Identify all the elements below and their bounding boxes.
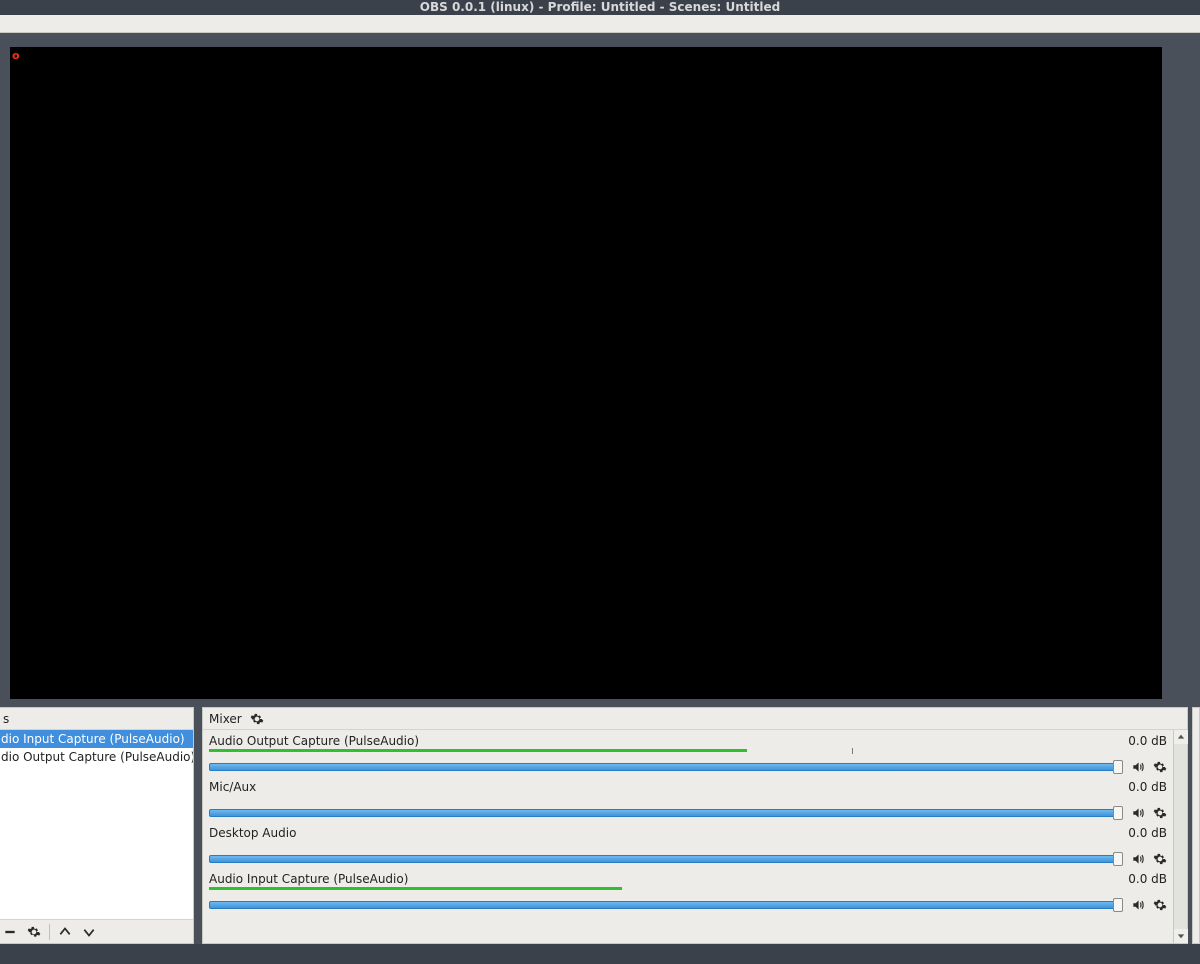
program-preview[interactable]: o xyxy=(10,47,1162,699)
mixer-channels: Audio Output Capture (PulseAudio)0.0 dBM… xyxy=(203,730,1173,943)
window-titlebar[interactable]: OBS 0.0.1 (linux) - Profile: Untitled - … xyxy=(0,0,1200,15)
move-source-down-icon[interactable] xyxy=(80,923,98,941)
source-item-label: dio Input Capture (PulseAudio) xyxy=(1,732,185,746)
channel-settings-gear-icon[interactable] xyxy=(1151,850,1169,868)
preview-area: o xyxy=(0,33,1200,707)
status-bar xyxy=(0,944,1200,964)
channel-name: Audio Output Capture (PulseAudio) xyxy=(209,734,419,748)
right-panel-clipped xyxy=(1192,707,1200,944)
level-meter xyxy=(209,749,1169,754)
level-meter xyxy=(209,795,1169,800)
channel-settings-gear-icon[interactable] xyxy=(1151,758,1169,776)
move-source-up-icon[interactable] xyxy=(56,923,74,941)
volume-slider[interactable] xyxy=(209,762,1123,772)
scroll-up-icon[interactable] xyxy=(1174,730,1188,744)
channel-name: Audio Input Capture (PulseAudio) xyxy=(209,872,408,886)
mixer-channel: Desktop Audio 0.0 dB xyxy=(209,826,1169,868)
menu-bar[interactable] xyxy=(0,15,1200,33)
channel-name: Desktop Audio xyxy=(209,826,296,840)
preview-origin-marker: o xyxy=(12,49,20,62)
sources-header-label: s xyxy=(3,712,9,726)
scroll-down-icon[interactable] xyxy=(1174,929,1188,943)
channel-name: Mic/Aux xyxy=(209,780,256,794)
sources-list-body: dio Input Capture (PulseAudio) dio Output… xyxy=(0,730,193,919)
volume-slider-thumb[interactable] xyxy=(1113,760,1123,774)
source-properties-gear-icon[interactable] xyxy=(25,923,43,941)
channel-settings-gear-icon[interactable] xyxy=(1151,804,1169,822)
sources-toolbar xyxy=(0,919,193,943)
docks-row: s dio Input Capture (PulseAudio) dio Outp… xyxy=(0,707,1200,944)
mixer-scrollbar[interactable] xyxy=(1173,730,1187,943)
source-list-item[interactable]: dio Output Capture (PulseAudio) xyxy=(0,748,193,766)
volume-slider[interactable] xyxy=(209,854,1123,864)
mute-speaker-icon[interactable] xyxy=(1129,896,1147,914)
volume-slider[interactable] xyxy=(209,900,1123,910)
sources-list[interactable]: dio Input Capture (PulseAudio) dio Output… xyxy=(0,730,193,766)
channel-db: 0.0 dB xyxy=(1128,780,1169,794)
level-meter xyxy=(209,887,1169,892)
remove-source-icon[interactable] xyxy=(1,923,19,941)
mute-speaker-icon[interactable] xyxy=(1129,850,1147,868)
source-list-item[interactable]: dio Input Capture (PulseAudio) xyxy=(0,730,193,748)
mixer-settings-gear-icon[interactable] xyxy=(248,710,266,728)
volume-slider-thumb[interactable] xyxy=(1113,806,1123,820)
channel-db: 0.0 dB xyxy=(1128,734,1169,748)
level-meter xyxy=(209,841,1169,846)
sources-panel: s dio Input Capture (PulseAudio) dio Outp… xyxy=(0,707,194,944)
volume-slider-thumb[interactable] xyxy=(1113,898,1123,912)
divider xyxy=(49,924,50,940)
mixer-channel: Mic/Aux 0.0 dB xyxy=(209,780,1169,822)
volume-slider[interactable] xyxy=(209,808,1123,818)
sources-panel-header[interactable]: s xyxy=(0,708,193,730)
channel-settings-gear-icon[interactable] xyxy=(1151,896,1169,914)
mixer-title: Mixer xyxy=(209,712,242,726)
source-item-label: dio Output Capture (PulseAudio) xyxy=(1,750,193,764)
mute-speaker-icon[interactable] xyxy=(1129,804,1147,822)
channel-db: 0.0 dB xyxy=(1128,826,1169,840)
mute-speaker-icon[interactable] xyxy=(1129,758,1147,776)
mixer-channel: Audio Input Capture (PulseAudio) 0.0 dB xyxy=(209,872,1169,914)
channel-db: 0.0 dB xyxy=(1128,872,1169,886)
mixer-panel-header[interactable]: Mixer S xyxy=(203,708,1187,730)
mixer-channel: Audio Output Capture (PulseAudio) 0.0 dB xyxy=(209,734,1169,776)
volume-slider-thumb[interactable] xyxy=(1113,852,1123,866)
audio-mixer-panel: Mixer S Audio Output Capture (PulseAudio… xyxy=(202,707,1188,944)
window-title: OBS 0.0.1 (linux) - Profile: Untitled - … xyxy=(420,0,780,14)
